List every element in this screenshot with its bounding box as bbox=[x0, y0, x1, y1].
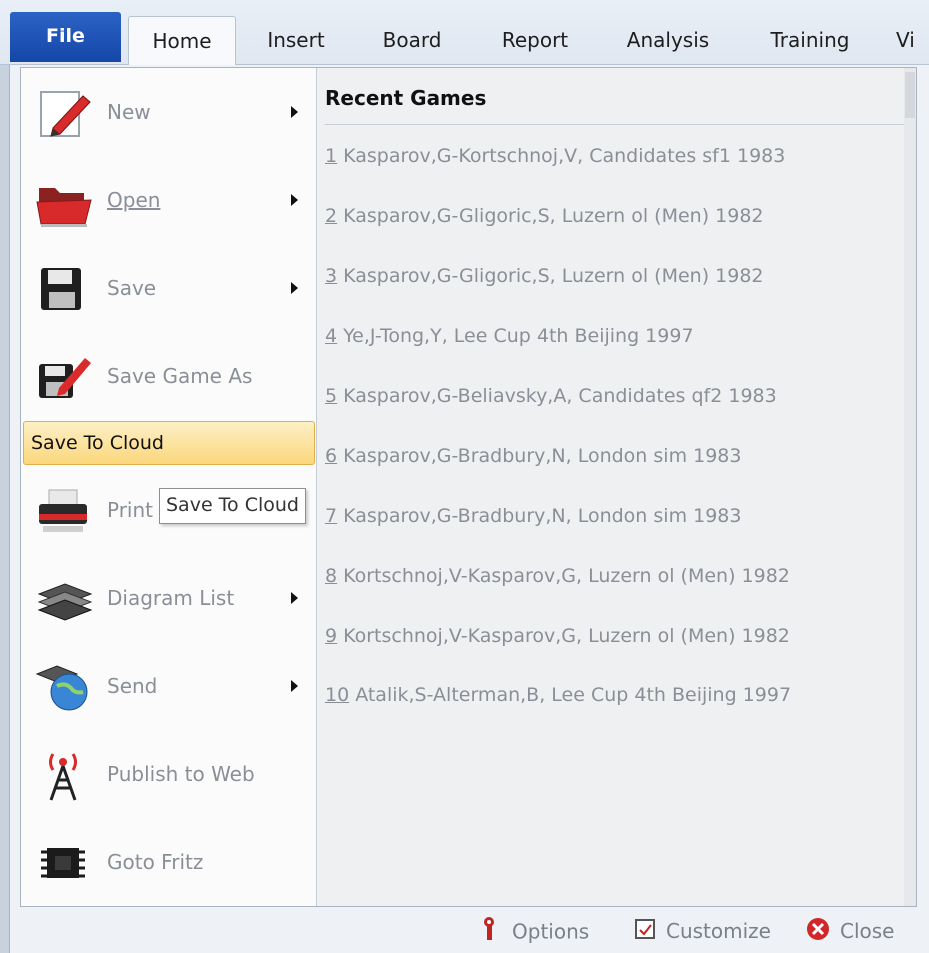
menu-item-save-to-cloud-label: Save To Cloud bbox=[31, 432, 164, 454]
tab-home[interactable]: Home bbox=[128, 16, 236, 65]
file-menu-footer: Options Customize Close bbox=[20, 906, 915, 953]
menu-item-print-label: Print bbox=[107, 498, 154, 522]
menu-item-save-game-as-label: Save Game As bbox=[107, 364, 253, 388]
tab-report[interactable]: Report bbox=[486, 22, 584, 62]
options-button[interactable]: Options bbox=[482, 916, 589, 946]
tab-board[interactable]: Board bbox=[368, 22, 456, 62]
recent-games-header: Recent Games bbox=[325, 68, 910, 125]
submenu-arrow-icon bbox=[291, 592, 298, 604]
submenu-arrow-icon bbox=[291, 680, 298, 692]
menu-item-publish-to-web[interactable]: Publish to Web bbox=[21, 730, 316, 818]
ribbon-tab-strip: File Home Insert Board Report Analysis T… bbox=[0, 0, 929, 65]
tab-insert[interactable]: Insert bbox=[252, 22, 340, 62]
menu-item-goto-fritz[interactable]: Goto Fritz bbox=[21, 818, 316, 906]
wrench-icon bbox=[482, 916, 502, 950]
chip-icon bbox=[35, 836, 93, 890]
customize-icon bbox=[634, 918, 656, 948]
menu-item-save-game-as[interactable]: Save Game As bbox=[21, 332, 316, 420]
recent-game-item[interactable]: 10 Atalik,S-Alterman,B, Lee Cup 4th Beiji… bbox=[325, 675, 791, 715]
recent-games-panel: Recent Games 1 Kasparov,G-Kortschnoj,V, C… bbox=[317, 68, 916, 906]
folder-open-icon bbox=[35, 174, 93, 228]
customize-button[interactable]: Customize bbox=[634, 916, 771, 946]
recent-scrollbar[interactable] bbox=[904, 68, 916, 906]
tab-file[interactable]: File bbox=[10, 12, 121, 62]
scrollbar-thumb[interactable] bbox=[905, 72, 915, 118]
menu-item-send[interactable]: Send bbox=[21, 642, 316, 730]
recent-game-item[interactable]: 7 Kasparov,G-Bradbury,N, London sim 1983 bbox=[325, 496, 741, 536]
menu-item-publish-to-web-label: Publish to Web bbox=[107, 762, 255, 786]
printer-icon bbox=[35, 484, 93, 538]
submenu-arrow-icon bbox=[291, 282, 298, 294]
menu-item-diagram-list-label: Diagram List bbox=[107, 586, 235, 610]
tooltip: Save To Cloud bbox=[159, 488, 306, 524]
file-menu-panel: New Open Save Save Game As Save To Cloud… bbox=[20, 67, 917, 907]
recent-game-item[interactable]: 8 Kortschnoj,V-Kasparov,G, Luzern ol (Men… bbox=[325, 556, 790, 596]
menu-item-save[interactable]: Save bbox=[21, 244, 316, 332]
submenu-arrow-icon bbox=[291, 106, 298, 118]
save-as-pencil-icon bbox=[35, 350, 93, 404]
submenu-arrow-icon bbox=[291, 194, 298, 206]
recent-game-item[interactable]: 2 Kasparov,G-Gligoric,S, Luzern ol (Men) … bbox=[325, 196, 764, 236]
broadcast-tower-icon bbox=[35, 748, 93, 802]
menu-item-send-label: Send bbox=[107, 674, 158, 698]
menu-item-save-label: Save bbox=[107, 276, 157, 300]
tab-analysis[interactable]: Analysis bbox=[612, 22, 724, 62]
window-left-border bbox=[0, 0, 10, 953]
menu-item-goto-fritz-label: Goto Fritz bbox=[107, 850, 204, 874]
menu-item-new[interactable]: New bbox=[21, 68, 316, 156]
close-icon bbox=[806, 917, 830, 949]
globe-chessboard-icon bbox=[35, 660, 93, 714]
menu-item-diagram-list[interactable]: Diagram List bbox=[21, 554, 316, 642]
tab-view[interactable]: Vi bbox=[896, 22, 929, 62]
file-menu-commands: New Open Save Save Game As Save To Cloud… bbox=[21, 68, 317, 906]
recent-game-item[interactable]: 9 Kortschnoj,V-Kasparov,G, Luzern ol (Men… bbox=[325, 616, 790, 656]
menu-item-open[interactable]: Open bbox=[21, 156, 316, 244]
menu-item-open-label: Open bbox=[107, 188, 161, 212]
menu-item-new-label: New bbox=[107, 100, 151, 124]
recent-game-item[interactable]: 6 Kasparov,G-Bradbury,N, London sim 1983 bbox=[325, 436, 741, 476]
recent-game-item[interactable]: 4 Ye,J-Tong,Y, Lee Cup 4th Beijing 1997 bbox=[325, 316, 694, 356]
floppy-disk-icon bbox=[35, 262, 93, 316]
tab-training[interactable]: Training bbox=[754, 22, 866, 62]
recent-game-item[interactable]: 3 Kasparov,G-Gligoric,S, Luzern ol (Men) … bbox=[325, 256, 764, 296]
recent-game-item[interactable]: 5 Kasparov,G-Beliavsky,A, Candidates qf2 … bbox=[325, 376, 777, 416]
chessboards-icon bbox=[35, 572, 93, 626]
close-button[interactable]: Close bbox=[806, 916, 894, 946]
recent-game-item[interactable]: 1 Kasparov,G-Kortschnoj,V, Candidates sf1… bbox=[325, 136, 785, 176]
new-document-pencil-icon bbox=[35, 86, 93, 140]
menu-item-save-to-cloud[interactable]: Save To Cloud bbox=[23, 421, 315, 465]
